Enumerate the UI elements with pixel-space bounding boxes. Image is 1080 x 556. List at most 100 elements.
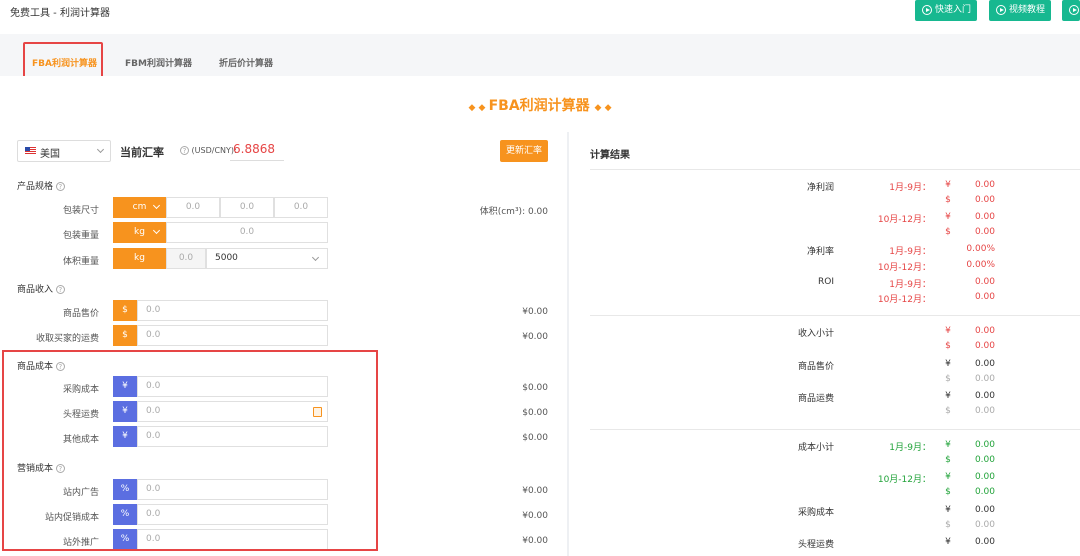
size-unit-value: cm — [132, 202, 147, 212]
shipping-result-value: 0.00 — [974, 391, 995, 401]
package-size-label: 包装尺寸 — [62, 206, 99, 216]
divider — [590, 315, 1080, 316]
sale-price-result-value: 0.00 — [974, 374, 995, 384]
question-icon: ? — [55, 285, 65, 294]
sale-price-result-label: 商品售价 — [797, 362, 834, 372]
volume-weight-unit: kg — [113, 248, 166, 269]
question-icon: ? — [180, 146, 189, 155]
purchase-cost-result-value: 0.00 — [974, 505, 995, 515]
quick-start-button[interactable]: 快速入门 — [915, 0, 978, 21]
update-rate-button[interactable]: 更新汇率 — [500, 140, 548, 162]
play-circle-icon — [922, 5, 932, 15]
income-subtotal-label: 收入小计 — [797, 329, 834, 339]
net-profit-period-1: 1月-9月： — [889, 183, 931, 193]
weight-unit-select[interactable]: kg — [113, 222, 166, 243]
chevron-down-icon — [152, 226, 161, 235]
other-cost-result: $0.00 — [522, 433, 548, 443]
extra-button[interactable] — [1062, 0, 1080, 21]
net-profit-value: 0.00 — [974, 212, 995, 222]
rate-underline — [230, 160, 284, 161]
question-icon: ? — [55, 182, 65, 191]
shipping-result-value: 0.00 — [974, 406, 995, 416]
length-input[interactable]: 0.0 — [166, 197, 220, 218]
net-profit-period-2: 10月-12月： — [877, 215, 931, 225]
section-income: 商品收入 ? — [17, 282, 65, 295]
net-margin-label: 净利率 — [806, 247, 834, 257]
divider — [590, 169, 1080, 170]
net-margin-period-2: 10月-12月： — [877, 263, 931, 273]
first-freight-result: $0.00 — [522, 408, 548, 418]
roi-period-1: 1月-9月： — [889, 280, 931, 290]
sale-price-input[interactable]: 0.0 — [137, 300, 328, 321]
weight-unit-value: kg — [134, 227, 145, 237]
cost-subtotal-value: 0.00 — [974, 472, 995, 482]
top-bar: 免费工具 - 利润计算器 快速入门 视频教程 — [0, 0, 1080, 34]
package-weight-label: 包装重量 — [62, 231, 99, 241]
divisor-value: 5000 — [215, 253, 238, 263]
income-subtotal-value: 0.00 — [974, 341, 995, 351]
volume-weight-label: 体积重量 — [62, 257, 99, 267]
first-freight-result-label: 头程运费 — [797, 540, 834, 550]
buyer-shipping-unit: $ — [113, 325, 137, 346]
cost-subtotal-label: 成本小计 — [797, 443, 834, 453]
cost-subtotal-value: 0.00 — [974, 455, 995, 465]
width-input[interactable]: 0.0 — [220, 197, 274, 218]
chevron-down-icon — [96, 145, 105, 154]
roi-period-2: 10月-12月： — [877, 295, 931, 305]
rate-label: 当前汇率 — [120, 144, 164, 160]
play-circle-icon — [1069, 5, 1079, 15]
sale-price-result: ¥0.00 — [522, 307, 548, 317]
net-margin-period-1: 1月-9月： — [889, 247, 931, 257]
volume-divisor-select[interactable]: 5000 — [206, 248, 328, 269]
sale-price-result-value: 0.00 — [974, 359, 995, 369]
volume-value: 体积(cm³): 0.00 — [479, 207, 548, 217]
buyer-shipping-input[interactable]: 0.0 — [137, 325, 328, 346]
cost-subtotal-period-2: 10月-12月： — [877, 475, 931, 485]
tab-discount[interactable]: 折后价计算器 — [219, 56, 273, 69]
section-income-label: 商品收入 — [17, 285, 54, 295]
video-tutorial-button[interactable]: 视频教程 — [989, 0, 1052, 21]
roi-value: 0.00 — [974, 277, 995, 287]
tab-bar: FBA利润计算器 FBM利润计算器 折后价计算器 — [0, 34, 1080, 76]
purchase-cost-result-label: 采购成本 — [797, 508, 834, 518]
net-profit-value: 0.00 — [974, 227, 995, 237]
divider — [590, 429, 1080, 430]
net-profit-value: 0.00 — [974, 180, 995, 190]
roi-label: ROI — [818, 277, 834, 287]
flag-us-icon — [25, 147, 36, 155]
net-margin-value: 0.00% — [966, 260, 995, 270]
rate-value: 6.8868 — [233, 142, 275, 156]
size-unit-select[interactable]: cm — [113, 197, 166, 218]
country-value: 美国 — [40, 149, 60, 160]
first-freight-result-value: 0.00 — [974, 537, 995, 547]
play-circle-icon — [996, 5, 1006, 15]
height-input[interactable]: 0.0 — [274, 197, 328, 218]
buyer-shipping-label: 收取买家的运费 — [35, 334, 99, 344]
quick-start-label: 快速入门 — [935, 5, 972, 15]
video-tutorial-label: 视频教程 — [1009, 5, 1046, 15]
chevron-down-icon — [311, 253, 320, 262]
section-spec: 产品规格 ? — [17, 179, 65, 192]
cost-subtotal-period-1: 1月-9月： — [889, 443, 931, 453]
offsite-promo-result: ¥0.00 — [522, 536, 548, 546]
tab-highlight — [23, 42, 103, 80]
tab-fbm[interactable]: FBM利润计算器 — [125, 56, 192, 69]
cost-subtotal-value: 0.00 — [974, 487, 995, 497]
section-spec-label: 产品规格 — [17, 182, 54, 192]
diamond-icon: ◆ ◆ — [468, 103, 489, 113]
roi-value: 0.00 — [974, 292, 995, 302]
income-subtotal-value: 0.00 — [974, 326, 995, 336]
chevron-down-icon — [152, 201, 161, 210]
package-weight-input[interactable]: 0.0 — [166, 222, 328, 243]
country-select[interactable]: 美国 — [17, 140, 111, 162]
rate-label-text: 当前汇率 — [120, 146, 164, 159]
cost-subtotal-value: 0.00 — [974, 440, 995, 450]
purchase-cost-result-value: 0.00 — [974, 520, 995, 530]
sale-price-label: 商品售价 — [62, 309, 99, 319]
rate-unit-text: (USD/CNY): — [191, 146, 237, 155]
calculator-title-wrap: ◆ ◆ FBA利润计算器 ◆ ◆ — [0, 95, 1080, 115]
net-profit-value: 0.00 — [974, 195, 995, 205]
shipping-result-label: 商品运费 — [797, 394, 834, 404]
result-panel: 计算结果 净利润 1月-9月： ¥ 0.00 $ 0.00 10月-12月： ¥… — [569, 132, 1080, 556]
onsite-promo-result: ¥0.00 — [522, 511, 548, 521]
